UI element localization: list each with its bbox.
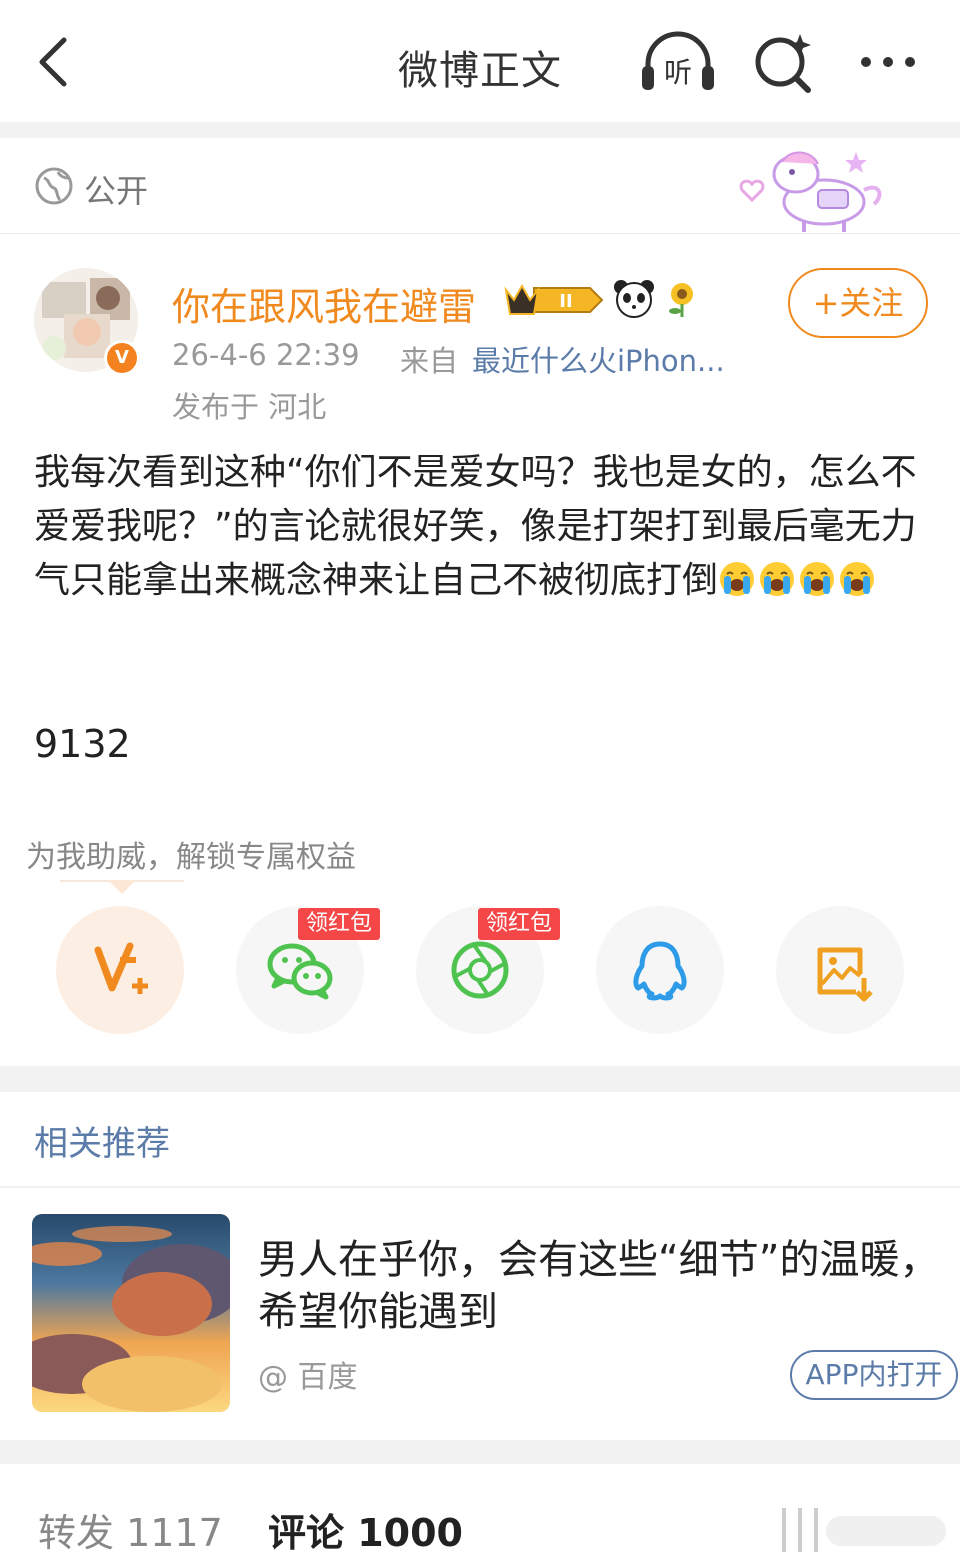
support-hint: 为我助威，解锁专属权益 <box>26 840 356 875</box>
crying-face-emoji <box>840 562 875 596</box>
section-gap <box>0 1440 960 1464</box>
source-prefix: 来自 <box>400 344 459 378</box>
section-gap <box>0 122 960 138</box>
hint-pointer <box>108 880 136 894</box>
follow-button[interactable]: +关注 <box>788 268 928 338</box>
share-vip-button[interactable] <box>56 906 184 1034</box>
divider <box>0 1186 960 1188</box>
listen-button[interactable]: 听 <box>638 30 718 96</box>
panda-icon <box>614 280 654 318</box>
recommend-thumbnail[interactable] <box>32 1214 230 1412</box>
qq-penguin-icon <box>633 941 687 1001</box>
redpack-badge-wechat: 领红包 <box>298 908 381 940</box>
sunset-sky-image <box>32 1214 230 1412</box>
save-image-button[interactable] <box>776 906 904 1034</box>
redpack-badge-moments: 领红包 <box>478 908 561 940</box>
save-image-icon <box>817 947 873 1002</box>
crying-face-emoji <box>760 562 795 596</box>
like-avatars-icon <box>782 1508 946 1552</box>
page-title: 微博正文 <box>398 48 562 94</box>
recommend-item-title[interactable]: 男人在乎你，会有这些“细节”的温暖，希望你能遇到 <box>258 1234 948 1338</box>
headphones-icon: 听 <box>642 31 714 90</box>
sunflower-icon <box>669 283 693 317</box>
more-button[interactable] <box>856 40 920 86</box>
search-button[interactable] <box>752 30 816 96</box>
post-number: 9132 <box>34 722 131 766</box>
vip-plus-icon <box>94 942 148 994</box>
listen-label: 听 <box>664 56 692 89</box>
tab-comment[interactable]: 评论 1000 <box>268 1502 463 1557</box>
post-time: 26-4-6 22:39 <box>172 338 360 372</box>
verified-badge: V <box>104 340 140 376</box>
badge-level: II <box>559 291 572 312</box>
recommend-title: 相关推荐 <box>34 1124 170 1164</box>
share-qq-button[interactable] <box>596 906 724 1034</box>
post-location: 发布于 河北 <box>172 390 327 424</box>
top-bar: 微博正文 听 <box>0 0 960 122</box>
pony-decoration-icon <box>739 151 882 232</box>
post-source-link[interactable]: 最近什么火iPhon... <box>472 338 725 380</box>
section-gap <box>0 1066 960 1092</box>
emoji-group <box>718 560 878 614</box>
tab-repost[interactable]: 转发 1117 <box>38 1502 223 1557</box>
crown-badge-icon: II <box>504 283 604 315</box>
search-sparkle-icon <box>755 34 811 93</box>
open-in-app-button[interactable]: APP内打开 <box>790 1350 958 1400</box>
crying-face-emoji <box>720 562 755 596</box>
visibility-label: 公开 <box>84 172 149 210</box>
post-body: 我每次看到这种“你们不是爱女吗？我也是女的，怎么不爱爱我呢？”的言论就很好笑，像… <box>34 446 934 614</box>
crying-face-emoji <box>800 562 835 596</box>
globe-icon <box>35 167 73 205</box>
author-name[interactable]: 你在跟风我在避雷 <box>172 276 476 331</box>
more-dots-icon <box>861 57 915 67</box>
recommend-item-source: @ 百度 <box>258 1360 358 1395</box>
